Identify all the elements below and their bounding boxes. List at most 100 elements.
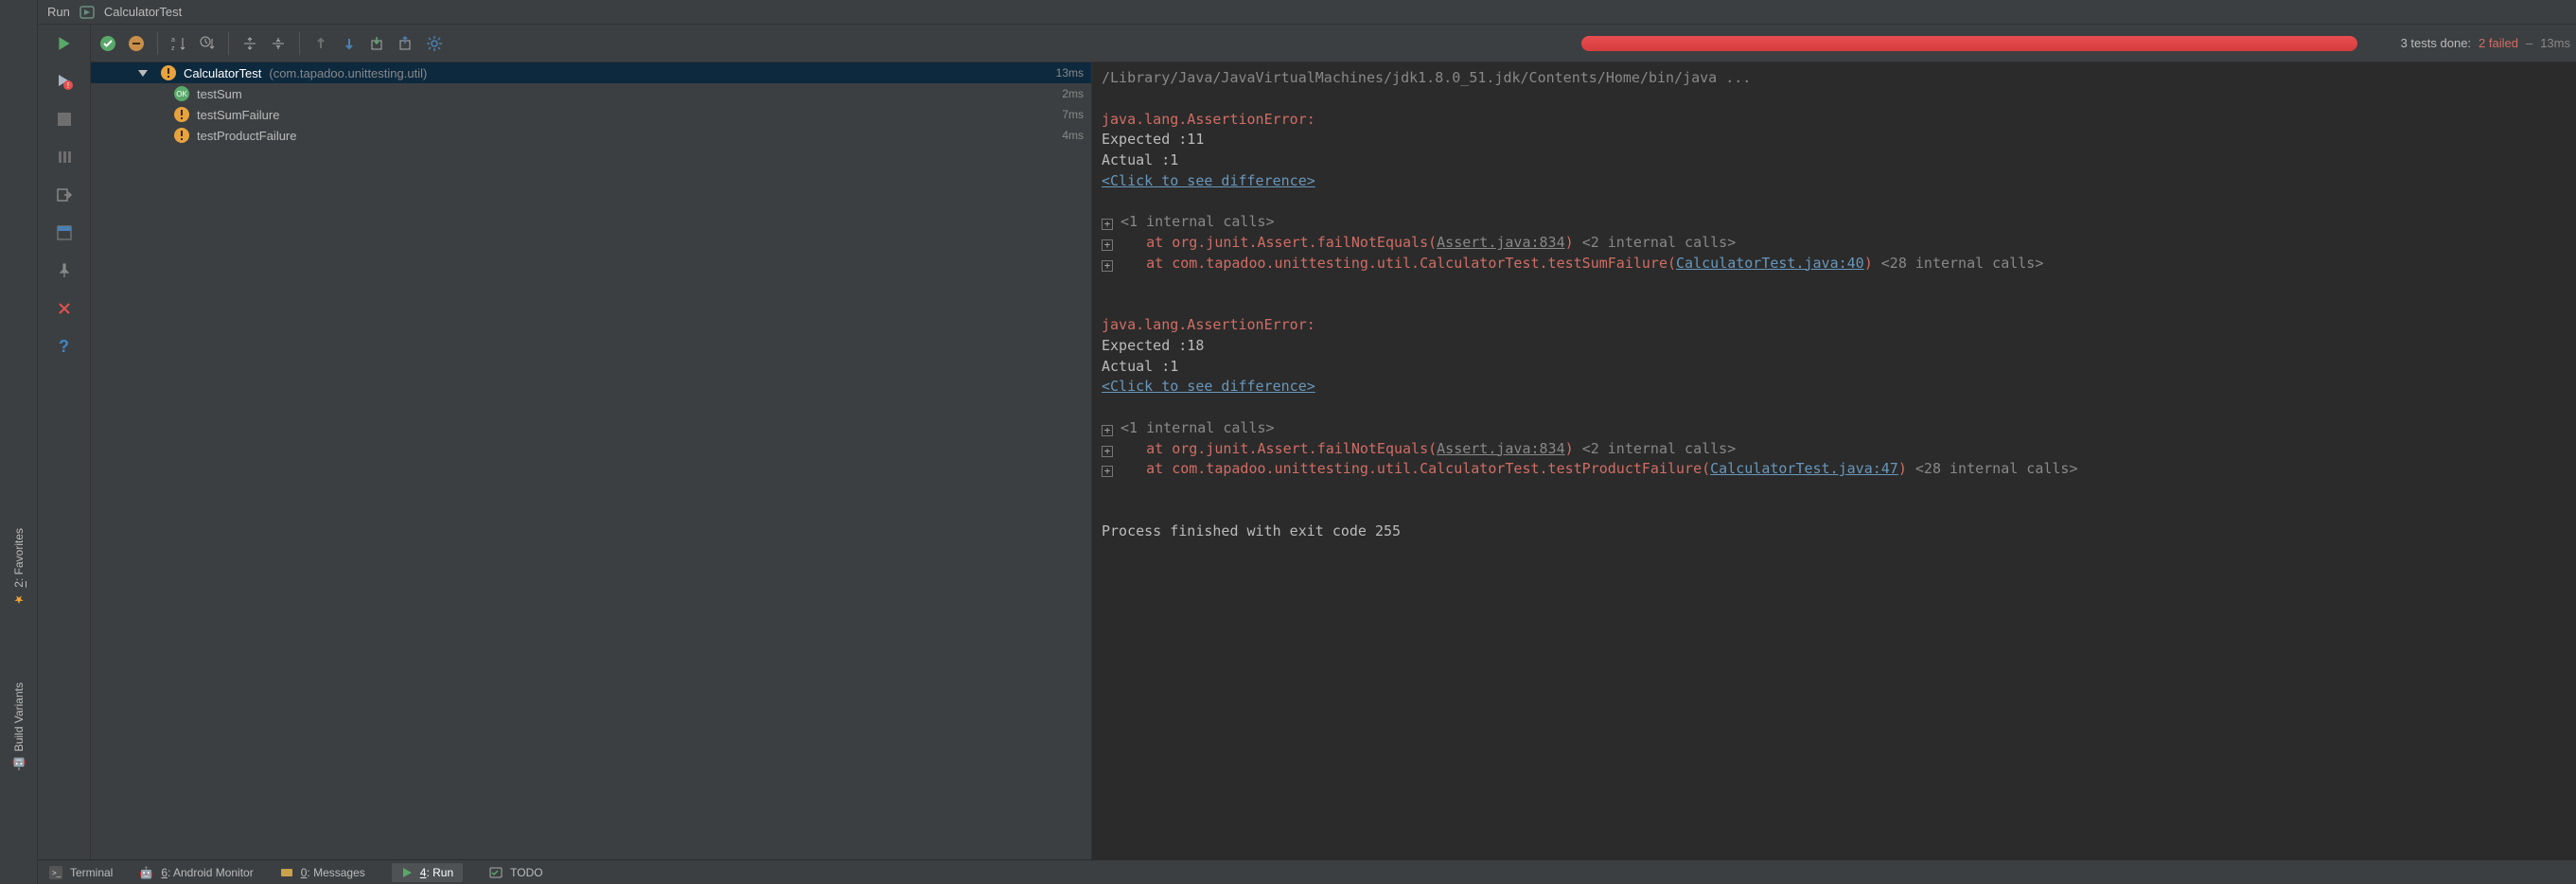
ok-badge-icon: OK	[174, 86, 189, 101]
svg-text:a: a	[171, 37, 175, 44]
run-configuration-name: CalculatorTest	[104, 5, 182, 19]
next-failed-icon[interactable]	[338, 32, 361, 55]
suite-package: (com.tapadoo.unittesting.util)	[269, 66, 427, 80]
test-row[interactable]: testSumFailure 7ms	[91, 104, 1091, 125]
main: Run CalculatorTest !	[38, 0, 2576, 884]
rerun-failed-icon[interactable]: !	[53, 70, 76, 93]
tool-window-left-rail: ★ 2: Favorites 🤖 Build Variants	[0, 0, 38, 884]
actual-line: Actual :1	[1102, 150, 2567, 171]
import-results-icon[interactable]	[395, 32, 417, 55]
export-results-icon[interactable]	[366, 32, 389, 55]
source-link[interactable]: Assert.java:834	[1437, 234, 1564, 251]
at-label: at	[1146, 234, 1163, 251]
play-icon	[401, 867, 413, 878]
show-ignored-toggle[interactable]	[125, 32, 148, 55]
internal-calls: <1 internal calls>	[1120, 213, 1275, 230]
test-progress-bar	[1581, 36, 2357, 51]
run-action-strip: ! ?	[38, 25, 91, 859]
todo-tab[interactable]: TODO	[489, 866, 542, 879]
diff-link[interactable]: <Click to see difference>	[1102, 172, 1315, 189]
terminal-tab[interactable]: >_ Terminal	[49, 866, 113, 879]
results-pane: az	[91, 25, 2576, 859]
collapse-all-icon[interactable]	[267, 32, 290, 55]
test-row[interactable]: OK testSum 2ms	[91, 83, 1091, 104]
suite-name: CalculatorTest	[184, 66, 261, 80]
prev-failed-icon[interactable]	[309, 32, 332, 55]
messages-tab[interactable]: 0: Messages	[280, 866, 365, 879]
help-icon[interactable]: ?	[53, 335, 76, 358]
assertion-error: java.lang.AssertionError:	[1102, 315, 2567, 336]
diff-link[interactable]: <Click to see difference>	[1102, 378, 1315, 395]
fold-icon[interactable]	[1102, 446, 1113, 457]
java-command-line: /Library/Java/JavaVirtualMachines/jdk1.8…	[1102, 68, 2567, 89]
fail-badge-icon	[174, 107, 189, 122]
test-summary: 3 tests done: 2 failed – 13ms	[2401, 36, 2570, 50]
pin-icon[interactable]	[53, 259, 76, 282]
console-output[interactable]: /Library/Java/JavaVirtualMachines/jdk1.8…	[1092, 62, 2576, 859]
test-time: 4ms	[1062, 129, 1084, 142]
favorites-tool-window-tab[interactable]: ★ 2: Favorites	[12, 528, 26, 607]
separator	[299, 32, 300, 55]
sort-duration-icon[interactable]	[196, 32, 219, 55]
build-variants-tool-window-tab[interactable]: 🤖 Build Variants	[12, 682, 26, 770]
test-tree[interactable]: CalculatorTest (com.tapadoo.unittesting.…	[91, 62, 1092, 859]
expand-all-icon[interactable]	[238, 32, 261, 55]
expected-line: Expected :18	[1102, 336, 2567, 357]
test-suite-row[interactable]: CalculatorTest (com.tapadoo.unittesting.…	[91, 62, 1091, 83]
stop-button[interactable]	[53, 108, 76, 131]
terminal-icon: >_	[49, 866, 62, 879]
show-passed-toggle[interactable]	[97, 32, 119, 55]
fold-icon[interactable]	[1102, 219, 1113, 230]
fail-badge-icon	[161, 65, 176, 80]
fold-icon[interactable]	[1102, 466, 1113, 477]
summary-done: 3 tests done:	[2401, 36, 2471, 50]
android-icon: 🤖	[139, 866, 153, 879]
test-time: 7ms	[1062, 108, 1084, 121]
dump-threads-icon[interactable]	[53, 146, 76, 168]
content: ! ?	[38, 25, 2576, 859]
assertion-error: java.lang.AssertionError:	[1102, 110, 2567, 131]
android-monitor-tab[interactable]: 🤖 6: Android Monitor	[139, 866, 253, 879]
exit-icon[interactable]	[53, 184, 76, 206]
summary-sep: –	[2526, 36, 2532, 50]
svg-text:>_: >_	[52, 869, 62, 877]
source-link[interactable]: CalculatorTest.java:40	[1676, 255, 1864, 272]
rerun-button[interactable]	[53, 32, 76, 55]
chevron-down-icon[interactable]	[138, 68, 148, 78]
actual-line: Actual :1	[1102, 357, 2567, 378]
test-name: testProductFailure	[197, 129, 297, 143]
test-toolbar: az	[91, 25, 2576, 62]
suite-time: 13ms	[1056, 66, 1084, 80]
star-icon: ★	[12, 593, 26, 607]
svg-text:z: z	[171, 45, 175, 52]
exit-line: Process finished with exit code 255	[1102, 522, 2567, 542]
sort-alpha-icon[interactable]: az	[168, 32, 190, 55]
separator	[157, 32, 158, 55]
close-icon[interactable]	[53, 297, 76, 320]
summary-time: 13ms	[2540, 36, 2570, 50]
split: CalculatorTest (com.tapadoo.unittesting.…	[91, 62, 2576, 859]
source-link[interactable]: CalculatorTest.java:47	[1710, 460, 1898, 477]
todo-icon	[489, 866, 503, 879]
bottom-tool-window-bar: >_ Terminal 🤖 6: Android Monitor 0: Mess…	[38, 859, 2576, 884]
test-name: testSumFailure	[197, 108, 279, 122]
expected-line: Expected :11	[1102, 130, 2567, 150]
title-label: Run	[47, 5, 70, 19]
svg-text:!: !	[66, 81, 68, 90]
run-tab[interactable]: 4: Run	[392, 863, 463, 882]
run-tool-window-titlebar: Run CalculatorTest	[38, 0, 2576, 25]
layout-icon[interactable]	[53, 221, 76, 244]
test-row[interactable]: testProductFailure 4ms	[91, 125, 1091, 146]
fold-icon[interactable]	[1102, 260, 1113, 272]
run-configuration-icon	[79, 5, 95, 20]
svg-text:OK: OK	[176, 90, 187, 98]
separator	[228, 32, 229, 55]
source-link[interactable]: Assert.java:834	[1437, 440, 1564, 457]
summary-failed: 2 failed	[2479, 36, 2518, 50]
internal-calls: <1 internal calls>	[1120, 419, 1275, 436]
test-name: testSum	[197, 87, 242, 101]
fold-icon[interactable]	[1102, 425, 1113, 436]
fold-icon[interactable]	[1102, 239, 1113, 251]
settings-icon[interactable]	[423, 32, 446, 55]
test-time: 2ms	[1062, 87, 1084, 100]
